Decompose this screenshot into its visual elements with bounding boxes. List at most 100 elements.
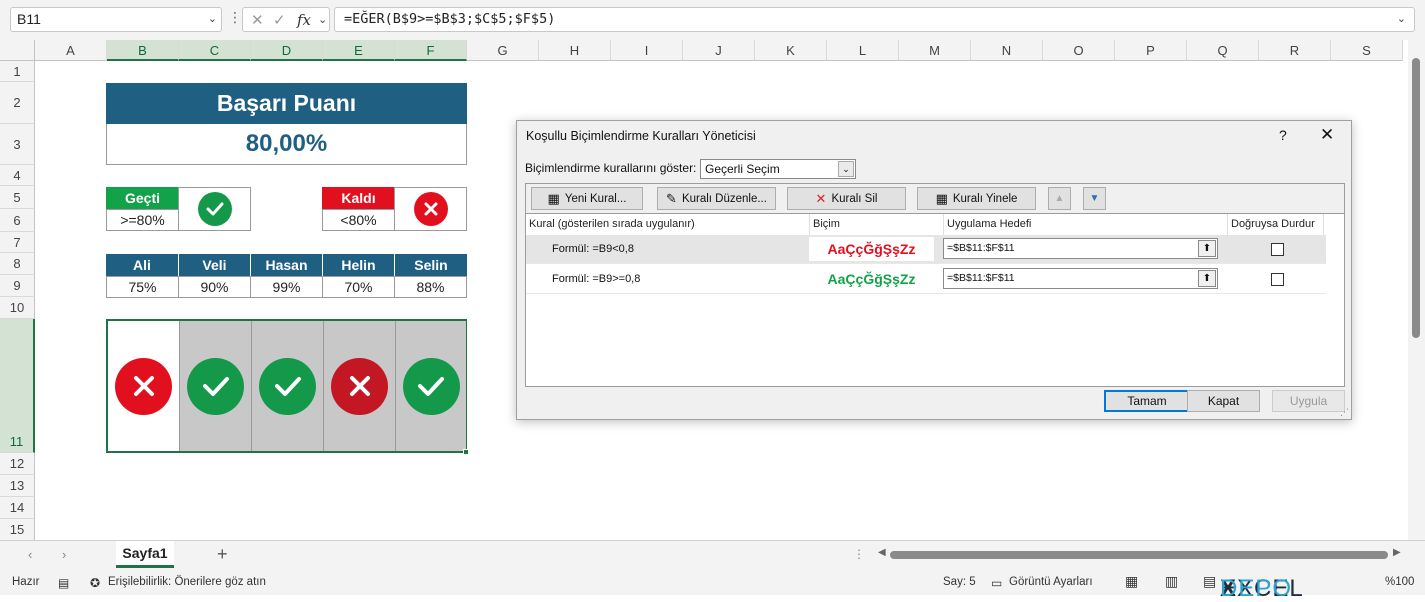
- fail-threshold-cell[interactable]: <80%: [322, 209, 395, 231]
- row-header-8[interactable]: 8: [0, 253, 35, 275]
- row-header-1[interactable]: 1: [0, 61, 35, 82]
- row-header-10[interactable]: 10: [0, 297, 35, 319]
- vertical-scrollbar[interactable]: [1408, 40, 1425, 540]
- student-score-cell[interactable]: 70%: [322, 276, 395, 298]
- range-picker-icon[interactable]: ⬆: [1198, 270, 1216, 287]
- range-picker-icon[interactable]: ⬆: [1198, 240, 1216, 257]
- row-header-6[interactable]: 6: [0, 209, 35, 232]
- delete-rule-button[interactable]: ✕ Kuralı Sil: [787, 187, 906, 210]
- zoom-level[interactable]: %100: [1385, 576, 1414, 588]
- fail-icon-cell[interactable]: [394, 187, 467, 231]
- apply-button[interactable]: Uygula: [1272, 390, 1345, 412]
- result-cell[interactable]: [396, 321, 466, 451]
- scroll-thumb[interactable]: [1412, 58, 1420, 338]
- column-header-h[interactable]: H: [539, 40, 611, 61]
- student-score-cell[interactable]: 90%: [178, 276, 251, 298]
- new-rule-button[interactable]: ▦ Yeni Kural...: [531, 187, 643, 210]
- resize-grip-icon[interactable]: ⋰: [1340, 407, 1349, 418]
- page-layout-icon[interactable]: ▥: [1165, 573, 1178, 590]
- macro-record-icon[interactable]: ▤: [58, 576, 69, 590]
- student-name-cell[interactable]: Ali: [106, 254, 179, 276]
- row-header-13[interactable]: 13: [0, 475, 35, 497]
- edit-rule-button[interactable]: ✎ Kuralı Düzenle...: [657, 187, 776, 210]
- column-header-k[interactable]: K: [755, 40, 827, 61]
- horizontal-scrollbar[interactable]: [890, 551, 1388, 559]
- more-options-icon[interactable]: ⋮: [228, 9, 242, 26]
- result-cell[interactable]: [252, 321, 324, 451]
- next-sheet-icon[interactable]: ›: [62, 547, 66, 562]
- column-header-f[interactable]: F: [395, 40, 467, 61]
- stop-if-true-checkbox[interactable]: [1271, 273, 1284, 286]
- column-header-s[interactable]: S: [1331, 40, 1403, 61]
- show-rules-select[interactable]: Geçerli Seçim ⌄: [700, 159, 856, 179]
- page-break-icon[interactable]: ▤: [1203, 573, 1216, 590]
- column-header-i[interactable]: I: [611, 40, 683, 61]
- view-settings[interactable]: Görüntü Ayarları: [1009, 576, 1093, 588]
- column-header-j[interactable]: J: [683, 40, 755, 61]
- selected-range-b11-f11[interactable]: [106, 319, 467, 453]
- pass-header-cell[interactable]: Geçti: [106, 187, 179, 209]
- scroll-left-icon[interactable]: ◀: [878, 547, 886, 558]
- column-header-a[interactable]: A: [35, 40, 107, 61]
- move-up-icon[interactable]: ▲: [1048, 187, 1071, 210]
- title-cell[interactable]: Başarı Puanı: [106, 83, 467, 124]
- prev-sheet-icon[interactable]: ‹: [28, 547, 32, 562]
- column-header-b[interactable]: B: [107, 40, 179, 61]
- result-cell[interactable]: [108, 321, 180, 451]
- column-header-p[interactable]: P: [1115, 40, 1187, 61]
- row-header-11[interactable]: 11: [0, 319, 35, 453]
- ok-button[interactable]: Tamam: [1104, 390, 1190, 412]
- result-cell[interactable]: [324, 321, 396, 451]
- row-header-5[interactable]: 5: [0, 186, 35, 209]
- accessibility-status[interactable]: Erişilebilirlik: Önerilere göz atın: [108, 576, 266, 588]
- student-score-cell[interactable]: 88%: [394, 276, 467, 298]
- insert-function-icon[interactable]: fx: [297, 11, 311, 29]
- column-header-d[interactable]: D: [251, 40, 323, 61]
- column-header-n[interactable]: N: [971, 40, 1043, 61]
- sheet-tab[interactable]: Sayfa1: [116, 541, 174, 568]
- row-header-4[interactable]: 4: [0, 165, 35, 186]
- rule-row[interactable]: Formül: =B9>=0,8 AaÇçĞğŞşZz =$B$11:$F$11…: [526, 265, 1326, 294]
- pass-icon-cell[interactable]: [178, 187, 251, 231]
- column-header-r[interactable]: R: [1259, 40, 1331, 61]
- chevron-down-icon[interactable]: ⌄: [318, 13, 327, 26]
- cancel-icon[interactable]: ✕: [251, 11, 264, 29]
- scroll-right-icon[interactable]: ▶: [1393, 547, 1401, 558]
- row-header-2[interactable]: 2: [0, 82, 35, 124]
- chevron-down-icon[interactable]: ⌄: [208, 8, 217, 31]
- expand-formula-icon[interactable]: ⌄: [1397, 8, 1406, 31]
- student-name-cell[interactable]: Hasan: [251, 254, 323, 276]
- student-name-cell[interactable]: Selin: [395, 254, 467, 276]
- row-header-15[interactable]: 15: [0, 519, 35, 540]
- student-score-cell[interactable]: 99%: [250, 276, 323, 298]
- column-header-q[interactable]: Q: [1187, 40, 1259, 61]
- fill-handle[interactable]: [463, 449, 469, 455]
- column-header-l[interactable]: L: [827, 40, 899, 61]
- accessibility-icon[interactable]: ✪: [90, 576, 100, 590]
- duplicate-rule-button[interactable]: ▦ Kuralı Yinele: [917, 187, 1036, 210]
- close-button[interactable]: Kapat: [1187, 390, 1260, 412]
- column-header-g[interactable]: G: [467, 40, 539, 61]
- move-down-icon[interactable]: ▼: [1083, 187, 1106, 210]
- name-box[interactable]: B11 ⌄: [10, 7, 222, 32]
- help-icon[interactable]: ?: [1279, 127, 1287, 143]
- rule-row[interactable]: Formül: =B9<0,8 AaÇçĞğŞşZz =$B$11:$F$11 …: [526, 235, 1326, 264]
- select-all-corner[interactable]: [0, 40, 35, 61]
- column-header-m[interactable]: M: [899, 40, 971, 61]
- score-cell[interactable]: 80,00%: [106, 124, 467, 165]
- row-header-9[interactable]: 9: [0, 275, 35, 297]
- column-header-e[interactable]: E: [323, 40, 395, 61]
- rules-list[interactable]: Kural (gösterilen sırada uygulanır) Biçi…: [525, 213, 1345, 387]
- column-header-o[interactable]: O: [1043, 40, 1115, 61]
- confirm-icon[interactable]: ✓: [273, 11, 286, 29]
- stop-if-true-checkbox[interactable]: [1271, 243, 1284, 256]
- student-score-cell[interactable]: 75%: [106, 276, 179, 298]
- row-header-3[interactable]: 3: [0, 124, 35, 165]
- add-sheet-icon[interactable]: +: [217, 544, 228, 565]
- row-header-7[interactable]: 7: [0, 232, 35, 253]
- display-settings-icon[interactable]: ▭: [991, 576, 1002, 590]
- pass-threshold-cell[interactable]: >=80%: [106, 209, 179, 231]
- chevron-down-icon[interactable]: ⌄: [838, 161, 854, 177]
- tab-splitter-icon[interactable]: ⋮: [853, 547, 865, 561]
- normal-view-icon[interactable]: ▦: [1125, 573, 1138, 590]
